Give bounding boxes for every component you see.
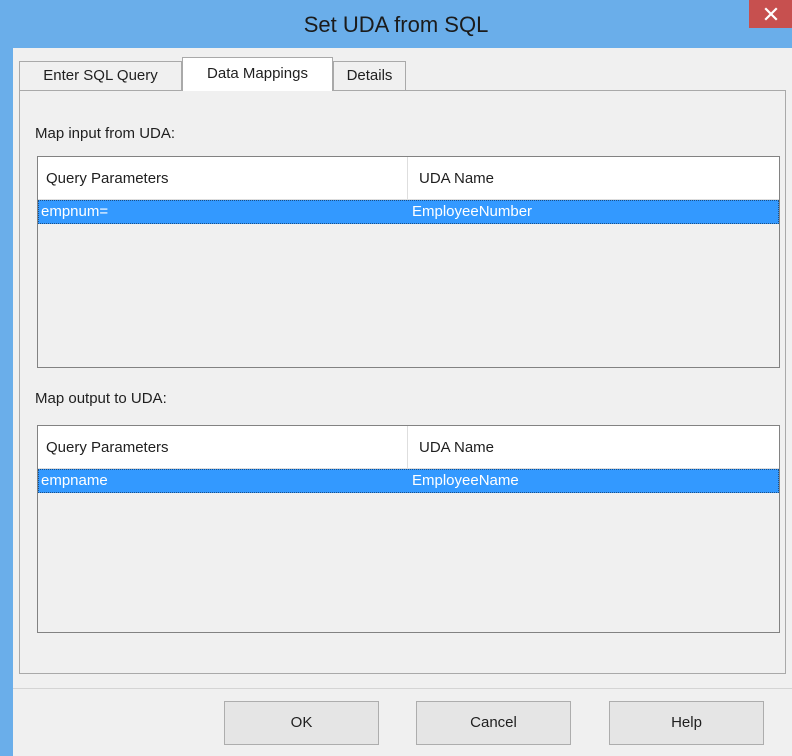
title-bar[interactable]: Set UDA from SQL [0, 0, 792, 48]
output-list-header: Query Parameters UDA Name [38, 426, 779, 469]
output-column-header-uda-name[interactable]: UDA Name [409, 426, 779, 469]
table-row[interactable]: empname EmployeeName [38, 469, 779, 493]
input-column-header-query-parameters[interactable]: Query Parameters [38, 157, 408, 200]
output-row-parameter: empname [41, 472, 108, 489]
tab-details[interactable]: Details [333, 61, 406, 90]
tab-enter-sql-query[interactable]: Enter SQL Query [19, 61, 182, 90]
input-mapping-label: Map input from UDA: [35, 125, 176, 142]
output-mapping-label: Map output to UDA: [35, 390, 167, 407]
output-column-header-query-parameters[interactable]: Query Parameters [38, 426, 408, 469]
cancel-button[interactable]: Cancel [416, 701, 571, 745]
ok-button[interactable]: OK [224, 701, 379, 745]
output-mapping-list[interactable]: Query Parameters UDA Name empname Employ… [37, 425, 780, 633]
window-title: Set UDA from SQL [303, 12, 489, 37]
close-icon [763, 7, 778, 21]
output-row-uda-name: EmployeeName [412, 472, 519, 489]
input-list-header: Query Parameters UDA Name [38, 157, 779, 200]
table-row[interactable]: empnum= EmployeeNumber [38, 200, 779, 224]
input-mapping-list[interactable]: Query Parameters UDA Name empnum= Employ… [37, 156, 780, 368]
button-bar: OK Cancel Help [13, 688, 792, 756]
close-button[interactable] [749, 0, 792, 28]
dialog-client-area: Enter SQL Query Data Mappings Details Ma… [13, 48, 792, 756]
input-row-uda-name: EmployeeNumber [412, 203, 533, 220]
data-mappings-panel: Map input from UDA: Query Parameters UDA… [19, 90, 786, 674]
input-row-parameter: empnum= [41, 203, 109, 220]
input-column-header-uda-name[interactable]: UDA Name [409, 157, 779, 200]
tab-data-mappings[interactable]: Data Mappings [182, 57, 333, 91]
dialog-window: Set UDA from SQL Enter SQL Query Data Ma… [0, 0, 792, 756]
help-button[interactable]: Help [609, 701, 764, 745]
